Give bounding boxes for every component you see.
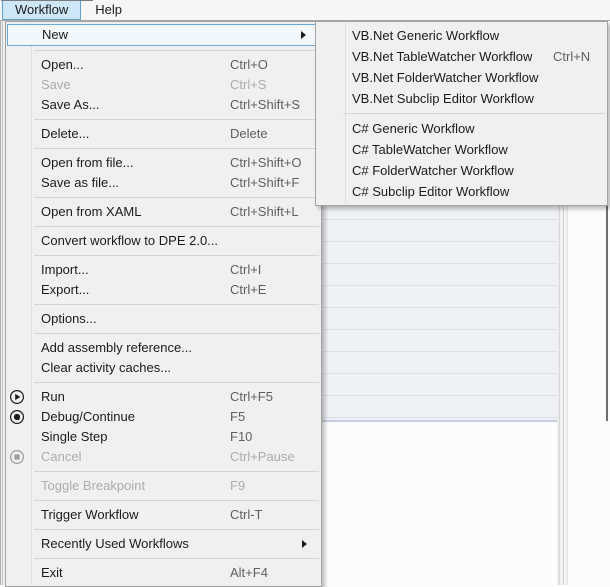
menu-separator <box>34 333 319 334</box>
menubar-item-help[interactable]: Help <box>85 1 132 19</box>
submenu-arrow-icon <box>301 31 306 39</box>
menu-separator <box>34 382 319 383</box>
menu-item-label: Exit <box>7 563 320 583</box>
cancel-icon <box>9 449 25 465</box>
menu-item-label: Import... <box>7 260 320 280</box>
menu-item-save[interactable]: SaveCtrl+S <box>7 75 320 95</box>
menu-item-c-generic-workflow[interactable]: C# Generic Workflow <box>317 118 606 139</box>
window-top-border <box>1 0 93 1</box>
menu-item-label: Single Step <box>7 427 320 447</box>
menu-item-shortcut: Ctrl-T <box>230 505 263 525</box>
menu-item-vb-net-folderwatcher-workflow[interactable]: VB.Net FolderWatcher Workflow <box>317 67 606 88</box>
menu-item-label: VB.Net FolderWatcher Workflow <box>317 67 606 88</box>
menu-separator <box>34 226 319 227</box>
menu-item-label: Save <box>7 75 320 95</box>
menubar-item-workflow[interactable]: Workflow <box>2 0 81 20</box>
menu-item-save-as-file[interactable]: Save as file...Ctrl+Shift+F <box>7 173 320 193</box>
menu-item-c-subclip-editor-workflow[interactable]: C# Subclip Editor Workflow <box>317 181 606 202</box>
menu-item-label: VB.Net Subclip Editor Workflow <box>317 88 606 109</box>
menu-item-shortcut: Alt+F4 <box>230 563 268 583</box>
menu-item-import[interactable]: Import...Ctrl+I <box>7 260 320 280</box>
menu-item-label: C# Generic Workflow <box>317 118 606 139</box>
menu-item-label: C# TableWatcher Workflow <box>317 139 606 160</box>
menu-item-exit[interactable]: ExitAlt+F4 <box>7 563 320 583</box>
menu-item-toggle-breakpoint[interactable]: Toggle BreakpointF9 <box>7 476 320 496</box>
menu-separator <box>34 558 319 559</box>
menu-item-shortcut: Ctrl+Pause <box>230 447 295 467</box>
menu-item-label: C# Subclip Editor Workflow <box>317 181 606 202</box>
menu-item-save-as[interactable]: Save As...Ctrl+Shift+S <box>7 95 320 115</box>
menu-item-label: Open... <box>7 55 320 75</box>
app-window: { "menubar": { "items": [ { "label": "Wo… <box>0 0 610 585</box>
menu-item-label: Export... <box>7 280 320 300</box>
menu-item-label: Options... <box>7 309 320 329</box>
menu-item-shortcut: Delete <box>230 124 268 144</box>
menu-bar: WorkflowHelp <box>0 0 610 21</box>
menu-item-add-assembly-reference[interactable]: Add assembly reference... <box>7 338 320 358</box>
menu-separator <box>34 500 319 501</box>
menu-item-label: Debug/Continue <box>7 407 320 427</box>
menu-item-label: Trigger Workflow <box>7 505 320 525</box>
menu-item-label: Toggle Breakpoint <box>7 476 320 496</box>
menu-item-single-step[interactable]: Single StepF10 <box>7 427 320 447</box>
menu-item-c-folderwatcher-workflow[interactable]: C# FolderWatcher Workflow <box>317 160 606 181</box>
menu-separator <box>34 529 319 530</box>
menu-separator <box>34 304 319 305</box>
menu-item-cancel[interactable]: CancelCtrl+Pause <box>7 447 320 467</box>
menu-item-delete[interactable]: Delete...Delete <box>7 124 320 144</box>
menu-item-shortcut: F5 <box>230 407 245 427</box>
menu-item-convert-workflow-to-dpe-2-0[interactable]: Convert workflow to DPE 2.0... <box>7 231 320 251</box>
menu-item-open[interactable]: Open...Ctrl+O <box>7 55 320 75</box>
menu-item-label: New <box>8 25 319 45</box>
menu-item-new[interactable]: New <box>7 24 320 46</box>
menu-item-vb-net-subclip-editor-workflow[interactable]: VB.Net Subclip Editor Workflow <box>317 88 606 109</box>
menu-item-shortcut: F10 <box>230 427 252 447</box>
menu-item-shortcut: Ctrl+Shift+S <box>230 95 300 115</box>
menu-item-shortcut: Ctrl+E <box>230 280 266 300</box>
menu-item-clear-activity-caches[interactable]: Clear activity caches... <box>7 358 320 378</box>
menu-item-recently-used-workflows[interactable]: Recently Used Workflows <box>7 534 320 554</box>
menu-item-label: Run <box>7 387 320 407</box>
menu-item-open-from-xaml[interactable]: Open from XAMLCtrl+Shift+L <box>7 202 320 222</box>
menu-item-shortcut: F9 <box>230 476 245 496</box>
submenu-arrow-icon <box>302 540 307 548</box>
menu-separator <box>34 471 319 472</box>
menu-item-label: C# FolderWatcher Workflow <box>317 160 606 181</box>
menu-item-export[interactable]: Export...Ctrl+E <box>7 280 320 300</box>
menu-item-run[interactable]: RunCtrl+F5 <box>7 387 320 407</box>
menu-item-label: Add assembly reference... <box>7 338 320 358</box>
menu-item-options[interactable]: Options... <box>7 309 320 329</box>
menu-separator <box>34 50 319 51</box>
debug-icon <box>9 409 25 425</box>
menu-item-open-from-file[interactable]: Open from file...Ctrl+Shift+O <box>7 153 320 173</box>
menu-separator <box>34 197 319 198</box>
menu-item-label: VB.Net Generic Workflow <box>317 25 606 46</box>
menu-separator <box>34 119 319 120</box>
menu-item-shortcut: Ctrl+Shift+L <box>230 202 299 222</box>
menu-item-shortcut: Ctrl+F5 <box>230 387 273 407</box>
menu-item-shortcut: Ctrl+N <box>553 46 590 67</box>
menu-item-shortcut: Ctrl+S <box>230 75 266 95</box>
menu-item-label: Delete... <box>7 124 320 144</box>
menu-item-vb-net-generic-workflow[interactable]: VB.Net Generic Workflow <box>317 25 606 46</box>
menu-separator <box>343 113 605 114</box>
menu-separator <box>34 148 319 149</box>
menu-separator <box>34 255 319 256</box>
menu-item-shortcut: Ctrl+I <box>230 260 261 280</box>
run-icon <box>9 389 25 405</box>
menu-item-shortcut: Ctrl+O <box>230 55 268 75</box>
menu-item-shortcut: Ctrl+Shift+F <box>230 173 299 193</box>
menu-item-c-tablewatcher-workflow[interactable]: C# TableWatcher Workflow <box>317 139 606 160</box>
menu-item-label: Clear activity caches... <box>7 358 320 378</box>
new-submenu: VB.Net Generic WorkflowVB.Net TableWatch… <box>315 21 608 206</box>
workflow-dropdown-menu: New Open...Ctrl+OSaveCtrl+SSave As...Ctrl… <box>5 21 322 587</box>
menu-item-label: Convert workflow to DPE 2.0... <box>7 231 320 251</box>
menu-item-shortcut: Ctrl+Shift+O <box>230 153 302 173</box>
menu-item-debug-continue[interactable]: Debug/ContinueF5 <box>7 407 320 427</box>
menu-item-label: Recently Used Workflows <box>7 534 320 554</box>
menu-item-trigger-workflow[interactable]: Trigger WorkflowCtrl-T <box>7 505 320 525</box>
menu-item-vb-net-tablewatcher-workflow[interactable]: VB.Net TableWatcher WorkflowCtrl+N <box>317 46 606 67</box>
